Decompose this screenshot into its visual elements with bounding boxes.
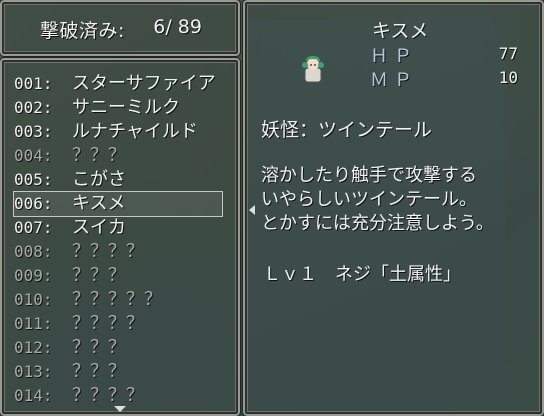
list-item[interactable]: 007: スイカ xyxy=(14,216,228,240)
list-item[interactable]: 013: ？？？ xyxy=(14,360,228,384)
list-item-name: ？？？？ xyxy=(72,241,144,262)
list-item-number: 011: xyxy=(14,314,53,333)
list-item-number: 009: xyxy=(14,266,53,285)
list-item-number: 010: xyxy=(14,290,53,309)
list-item-number: 003: xyxy=(14,122,53,141)
list-item-name: ？？？ xyxy=(72,265,126,286)
list-item[interactable]: 012: ？？？ xyxy=(14,336,228,360)
mp-label: ＭＰ xyxy=(370,70,418,91)
enemy-description: 溶かしたり触手で攻撃する いやらしいツインテール。 とかすには充分注意しよう。 xyxy=(261,164,494,236)
defeat-counter-window: 撃破済み: 6/ 89 xyxy=(0,0,241,57)
list-item-name: スイカ xyxy=(72,217,126,238)
list-item[interactable]: 010: ？？？？？ xyxy=(14,288,228,312)
list-item-number: 006: xyxy=(14,194,53,213)
enemy-level-attribute: Ｌｖ１ ネジ「土属性」 xyxy=(263,264,461,285)
list-item[interactable]: 004: ？？？ xyxy=(14,144,228,168)
list-item[interactable]: 011: ？？？？ xyxy=(14,312,228,336)
list-item[interactable]: 014: ？？？？ xyxy=(14,384,228,408)
left-arrow-icon xyxy=(249,205,255,215)
list-item[interactable]: 009: ？？？ xyxy=(14,264,228,288)
enemy-type: 妖怪：ツインテール xyxy=(261,119,433,141)
list-item-name: ？？？ xyxy=(72,145,126,166)
scroll-down-arrow-icon[interactable] xyxy=(114,406,126,412)
enemy-name: キスメ xyxy=(372,20,429,42)
list-item[interactable]: 008: ？？？？ xyxy=(14,240,228,264)
defeat-counter-label: 撃破済み: xyxy=(40,20,125,42)
list-item-number: 014: xyxy=(14,386,53,405)
enemy-list-window: 001: スターサファイア 002: サニーミルク 003: ルナチャイルド 004: ？？？… xyxy=(0,57,241,416)
list-item-name: こがさ xyxy=(72,169,126,190)
list-item[interactable]: 003: ルナチャイルド xyxy=(14,120,228,144)
list-item-number: 012: xyxy=(14,338,53,357)
defeat-counter-value: 6/ 89 xyxy=(153,16,202,38)
list-item[interactable]: 006: キスメ xyxy=(13,191,223,217)
list-item-name: ？？？？ xyxy=(72,313,144,334)
list-item-number: 007: xyxy=(14,218,53,237)
list-item-number: 001: xyxy=(14,74,53,93)
enemy-sprite xyxy=(302,56,324,83)
list-item-number: 002: xyxy=(14,98,53,117)
list-item-name: キスメ xyxy=(72,193,126,214)
hp-value: 77 xyxy=(498,44,518,63)
list-item[interactable]: 005: こがさ xyxy=(14,168,228,192)
description-line: 溶かしたり触手で攻撃する xyxy=(261,165,477,186)
mp-value: 10 xyxy=(498,68,518,87)
list-item-name: ？？？ xyxy=(72,337,126,358)
hp-label: ＨＰ xyxy=(370,46,418,67)
list-item-name: ？？？？ xyxy=(72,385,144,406)
list-item[interactable]: 002: サニーミルク xyxy=(14,96,228,120)
list-item[interactable]: 001: スターサファイア xyxy=(14,72,228,96)
enemy-list: 001: スターサファイア 002: サニーミルク 003: ルナチャイルド 004: ？？？… xyxy=(13,72,228,408)
list-item-name: ？？？ xyxy=(72,361,126,382)
list-item-number: 004: xyxy=(14,146,53,165)
description-line: いやらしいツインテール。 xyxy=(261,189,477,210)
list-item-number: 005: xyxy=(14,170,53,189)
list-item-name: サニーミルク xyxy=(72,97,180,118)
list-item-name: スターサファイア xyxy=(72,73,216,94)
list-item-name: ？？？？？ xyxy=(72,289,162,310)
enemy-detail-window: キスメ ＨＰ 77 ＭＰ 10 妖怪：ツインテール 溶かしたり触手で攻撃する い… xyxy=(242,0,544,416)
description-line: とかすには充分注意しよう。 xyxy=(261,213,494,234)
list-item-number: 013: xyxy=(14,362,53,381)
list-item-number: 008: xyxy=(14,242,53,261)
list-item-name: ルナチャイルド xyxy=(72,121,198,142)
